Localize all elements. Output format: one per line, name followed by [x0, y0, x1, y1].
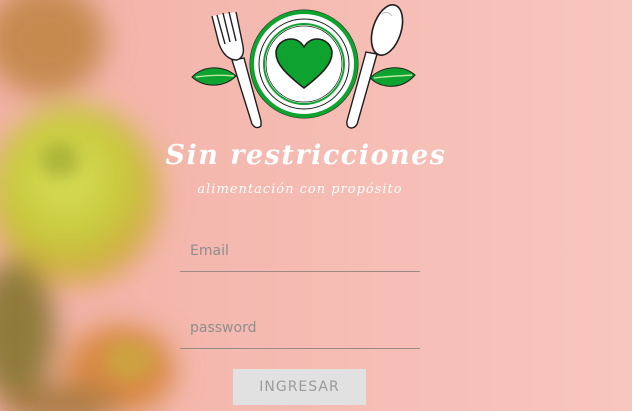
leaf-icon	[369, 67, 416, 87]
email-field-container	[180, 231, 420, 272]
password-field-container	[180, 308, 420, 349]
email-input[interactable]	[180, 231, 420, 271]
login-button[interactable]: INGRESAR	[233, 369, 366, 405]
brand-title: Sin restricciones	[165, 140, 447, 171]
brand-tagline: alimentación con propósito	[197, 182, 403, 197]
brand-logo	[191, 4, 416, 129]
leaf-icon	[191, 67, 237, 86]
login-screen: Sin restricciones alimentación con propó…	[0, 0, 632, 411]
password-input[interactable]	[180, 308, 420, 348]
